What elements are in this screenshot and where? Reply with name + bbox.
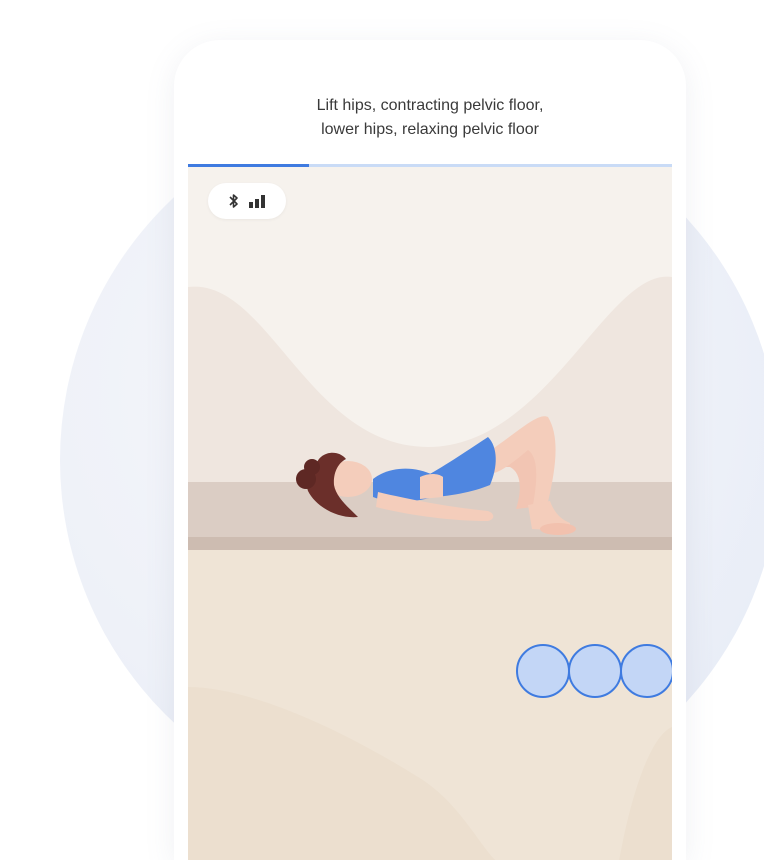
instruction-line-2: lower hips, relaxing pelvic floor bbox=[321, 121, 539, 138]
phone-screen: Lift hips, contracting pelvic floor, low… bbox=[174, 40, 686, 860]
bluetooth-icon bbox=[228, 193, 240, 209]
exercise-instruction: Lift hips, contracting pelvic floor, low… bbox=[174, 94, 686, 142]
background-hills bbox=[188, 276, 672, 487]
device-status-pill[interactable] bbox=[208, 183, 286, 219]
exercise-illustration bbox=[188, 276, 672, 860]
instruction-line-1: Lift hips, contracting pelvic floor, bbox=[316, 97, 544, 114]
exercise-animation bbox=[188, 167, 672, 860]
breath-bubble bbox=[516, 644, 570, 698]
breath-indicator bbox=[516, 644, 672, 698]
breath-bubble bbox=[620, 644, 672, 698]
signal-strength-icon bbox=[248, 194, 266, 208]
breath-bubble bbox=[568, 644, 622, 698]
